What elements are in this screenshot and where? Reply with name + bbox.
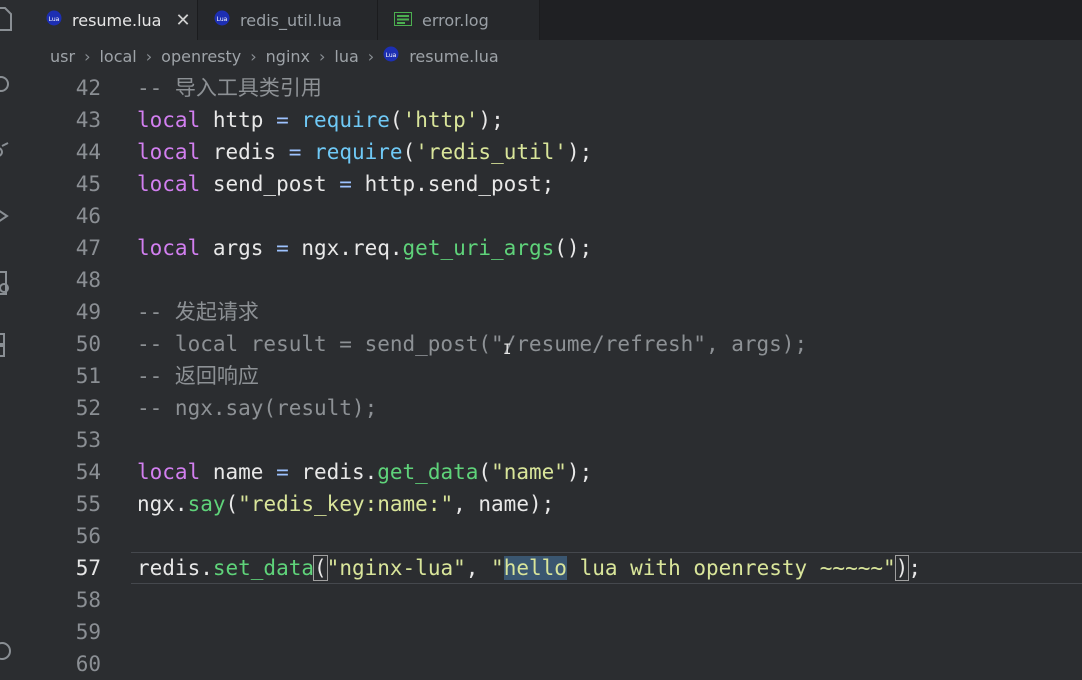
line-number: 48 [75, 268, 101, 292]
code-text: -- 导入工具类引用 [137, 76, 322, 100]
extensions-icon[interactable] [0, 333, 14, 357]
code-line[interactable]: 45 local send_post = http.send_post; [30, 168, 1082, 200]
line-number: 55 [75, 492, 101, 516]
line-number: 45 [75, 172, 101, 196]
source-control-icon[interactable] [0, 140, 14, 162]
code-line[interactable]: 51 -- 返回响应 [30, 360, 1082, 392]
code-line[interactable]: 53 [30, 424, 1082, 456]
tab-resume-lua[interactable]: Lua resume.lua ✕ [30, 0, 198, 40]
line-number: 56 [75, 524, 101, 548]
lua-file-icon: Lua [383, 46, 399, 66]
line-number: 42 [75, 76, 101, 100]
code-text: ngx.say("redis_key:name:", name); [137, 492, 555, 516]
svg-text:Lua: Lua [386, 52, 397, 59]
code-line[interactable]: 59 [30, 616, 1082, 648]
code-line[interactable]: 43 local http = require('http'); [30, 104, 1082, 136]
lua-file-icon: Lua [46, 10, 62, 30]
code-text: local args = ngx.req.get_uri_args(); [137, 236, 593, 260]
breadcrumb-item[interactable]: openresty [161, 47, 241, 66]
code-line[interactable]: 50 -- local result = send_post("/resume/r… [30, 328, 1082, 360]
tab-label: redis_util.lua [240, 10, 342, 30]
account-icon[interactable] [0, 640, 14, 662]
text-cursor-icon: 𝙸 [503, 342, 512, 358]
tab-error-log[interactable]: error.log [378, 0, 540, 40]
breadcrumb: usr › local › openresty › nginx › lua › … [30, 40, 1082, 72]
code-line[interactable]: 52 -- ngx.say(result); [30, 392, 1082, 424]
svg-text:Lua: Lua [217, 16, 228, 23]
line-number: 52 [75, 396, 101, 420]
code-line[interactable]: 47 local args = ngx.req.get_uri_args(); [30, 232, 1082, 264]
code-text: redis.set_data("nginx-lua", "hello lua w… [137, 555, 921, 581]
explorer-icon[interactable] [0, 7, 14, 31]
editor-tab-bar: Lua resume.lua ✕ Lua redis_util.lua erro… [30, 0, 1082, 40]
code-text: -- ngx.say(result); [137, 396, 378, 420]
code-line[interactable]: 48 [30, 264, 1082, 296]
code-line[interactable]: 42 -- 导入工具类引用 [30, 72, 1082, 104]
log-file-icon [394, 11, 412, 30]
line-number: 54 [75, 460, 101, 484]
line-number: 58 [75, 588, 101, 612]
svg-text:Lua: Lua [49, 16, 60, 23]
line-number: 50 [75, 332, 101, 356]
code-text: -- 发起请求 [137, 300, 259, 324]
code-text: local redis = require('redis_util'); [137, 140, 593, 164]
line-number: 60 [75, 652, 101, 676]
breadcrumb-item[interactable]: usr [50, 47, 75, 66]
code-text: local http = require('http'); [137, 108, 504, 132]
chevron-right-icon: › [145, 46, 153, 66]
line-number: 47 [75, 236, 101, 260]
chevron-right-icon: › [250, 46, 257, 66]
line-number: 57 [75, 556, 101, 580]
code-editor[interactable]: 42 -- 导入工具类引用 43 local http = require('http… [30, 72, 1082, 676]
code-line[interactable]: 46 [30, 200, 1082, 232]
code-line[interactable]: 58 [30, 584, 1082, 616]
breadcrumb-item[interactable]: resume.lua [409, 47, 498, 66]
line-number: 44 [75, 140, 101, 164]
activity-bar [0, 0, 30, 661]
code-line[interactable]: 44 local redis = require('redis_util'); [30, 136, 1082, 168]
code-line[interactable]: 56 [30, 520, 1082, 552]
line-number: 59 [75, 620, 101, 644]
remote-explorer-icon[interactable] [0, 271, 14, 295]
code-text: local name = redis.get_data("name"); [137, 460, 593, 484]
code-text: local send_post = http.send_post; [137, 172, 555, 196]
tab-label: error.log [422, 10, 489, 30]
run-debug-icon[interactable] [0, 205, 14, 227]
code-text: -- local result = send_post("/resume/ref… [137, 332, 808, 356]
lua-file-icon: Lua [214, 10, 230, 30]
chevron-right-icon: › [84, 46, 91, 66]
search-icon[interactable] [0, 74, 14, 96]
breadcrumb-item[interactable]: local [99, 47, 136, 66]
line-number: 51 [75, 364, 101, 388]
close-icon[interactable]: ✕ [175, 10, 190, 31]
code-line[interactable]: 60 [30, 648, 1082, 680]
breadcrumb-item[interactable]: lua [334, 47, 358, 66]
code-line[interactable]: 57 redis.set_data("nginx-lua", "hello lua… [30, 552, 1082, 584]
tab-label: resume.lua [72, 10, 162, 30]
code-line[interactable]: 55 ngx.say("redis_key:name:", name); [30, 488, 1082, 520]
line-number: 53 [75, 428, 101, 452]
line-number: 49 [75, 300, 101, 324]
code-text: -- 返回响应 [137, 364, 259, 388]
code-line[interactable]: 54 local name = redis.get_data("name"); [30, 456, 1082, 488]
chevron-right-icon: › [319, 46, 326, 66]
line-number: 43 [75, 108, 101, 132]
breadcrumb-item[interactable]: nginx [266, 47, 310, 66]
line-number: 46 [75, 204, 101, 228]
chevron-right-icon: › [367, 46, 375, 66]
tab-redis-util-lua[interactable]: Lua redis_util.lua [198, 0, 378, 40]
code-line[interactable]: 49 -- 发起请求 [30, 296, 1082, 328]
